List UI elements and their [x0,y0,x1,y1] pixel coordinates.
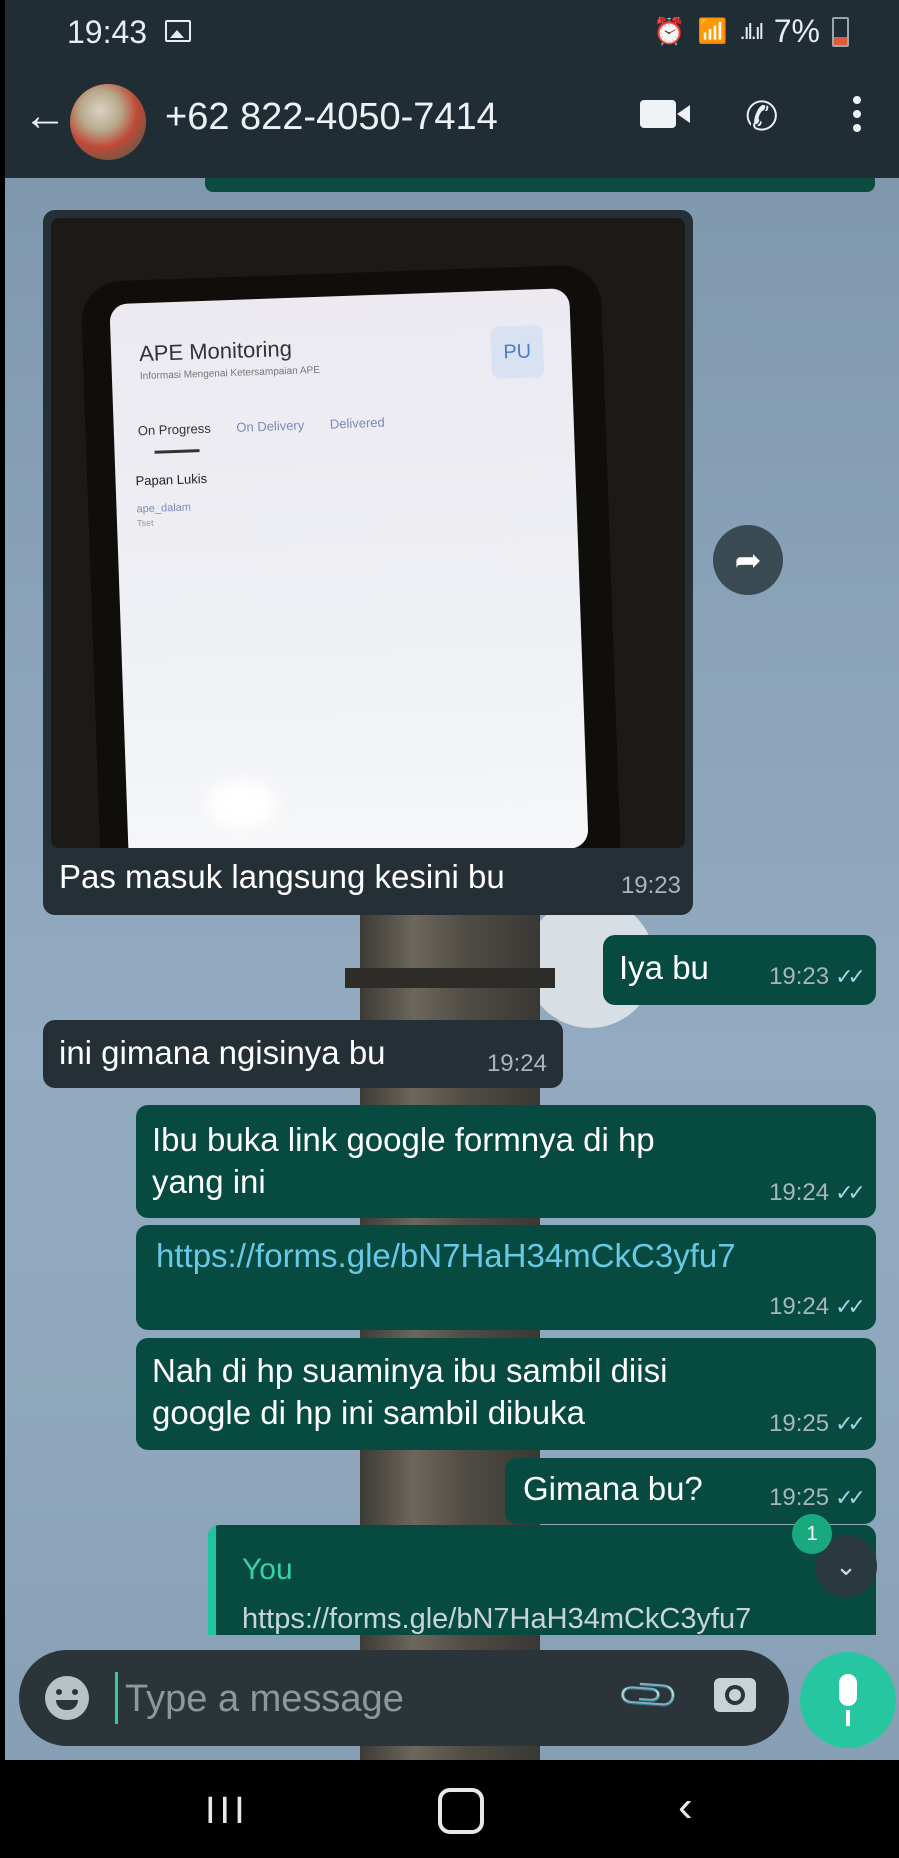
back-arrow-icon[interactable]: ← [23,94,67,138]
image-icon [165,20,191,42]
home-icon[interactable] [438,1788,484,1834]
quoted-message[interactable]: You https://forms.gle/bN7HaH34mCkC3yfu7 [208,1525,876,1635]
photo-glare [206,778,278,832]
message-time: 19:23 ✓✓ [769,963,866,991]
signal-icon: .ıl.ıl [739,18,764,44]
photo-tab: On Delivery [236,417,305,435]
message-text: Iya bu [619,949,709,986]
photo-app-item-sub: ape_dalam [136,501,192,516]
read-ticks-icon: ✓✓ [835,1294,866,1319]
attach-icon[interactable]: 📎 [615,1661,683,1729]
message-bubble[interactable]: Ibu buka link google formnya di hp yang … [136,1105,876,1218]
voice-call-icon[interactable]: ✆ [745,94,779,140]
message-time-text: 19:24 [769,1293,830,1320]
photo-app-title: APE Monitoring [138,335,293,367]
message-time: 19:25 ✓✓ [769,1410,866,1438]
photo-app-badge: PU [490,325,545,379]
wifi-icon: 📶 [697,18,728,45]
quote-text: https://forms.gle/bN7HaH34mCkC3yfu7 [242,1603,752,1635]
read-ticks-icon: ✓✓ [835,1411,866,1436]
contact-name[interactable]: +62 822-4050-7414 [165,96,498,139]
message-link[interactable]: https://forms.gle/bN7HaH34mCkC3yfu7 [156,1237,736,1274]
message-bubble[interactable]: Iya bu 19:23 ✓✓ [603,935,876,1005]
message-time-text: 19:23 [769,963,830,990]
message-text: Nah di hp suaminya ibu sambil diisi goog… [152,1352,668,1431]
quote-bar [208,1525,216,1635]
system-nav-bar: III ‹ [5,1760,899,1858]
message-text: ini gimana ngisinya bu [59,1034,386,1071]
unread-badge: 1 [792,1514,832,1554]
emoji-icon[interactable] [45,1676,89,1720]
status-time: 19:43 [67,14,148,50]
photo-app-item-sub2: Tset [136,517,154,529]
message-time-text: 19:24 [769,1179,830,1206]
message-text: Ibu buka link google formnya di hp yang … [152,1121,655,1200]
recent-apps-icon[interactable]: III [205,1790,249,1833]
message-bubble[interactable]: https://forms.gle/bN7HaH34mCkC3yfu7 19:2… [136,1225,876,1330]
read-ticks-icon: ✓✓ [835,1180,866,1205]
camera-icon[interactable] [714,1678,756,1712]
message-time-text: 19:25 [769,1410,830,1437]
nav-back-icon[interactable]: ‹ [678,1782,693,1832]
whatsapp-chat-screen: 19:43 ⏰ 📶 .ıl.ıl 7% ← +62 822-4050-7414 … [5,0,899,1858]
previous-message-edge [205,178,875,192]
more-options-icon[interactable] [853,96,861,138]
message-time: 19:24 [486,1050,547,1077]
photo-tab-underline [154,449,200,454]
message-bubble[interactable]: Nah di hp suaminya ibu sambil diisi goog… [136,1338,876,1450]
text-cursor [115,1672,118,1724]
battery-percent: 7% [773,13,820,49]
chat-header: ← +62 822-4050-7414 ✆ [5,60,899,178]
message-input[interactable] [123,1670,507,1728]
status-bar: 19:43 ⏰ 📶 .ıl.ıl 7% [5,0,899,60]
alarm-icon: ⏰ [653,16,686,46]
battery-icon [832,16,849,47]
read-ticks-icon: ✓✓ [835,1485,866,1510]
quote-author: You [242,1553,293,1586]
photo-attachment[interactable]: APE Monitoring Informasi Mengenai Keters… [51,218,685,848]
message-time: 19:25 ✓✓ [769,1484,866,1512]
message-time: 19:24 ✓✓ [769,1293,866,1321]
read-ticks-icon: ✓✓ [835,964,866,989]
photo-tab: On Progress [137,420,212,439]
message-bubble[interactable]: Gimana bu? 19:25 ✓✓ [505,1458,876,1524]
message-text: Gimana bu? [523,1470,703,1507]
status-icons: ⏰ 📶 .ıl.ıl 7% [653,13,849,50]
photo-app-item: Papan Lukis [135,470,208,489]
video-call-icon[interactable] [640,100,690,128]
message-bubble[interactable]: ini gimana ngisinya bu 19:24 [43,1020,563,1088]
message-time: 19:24 ✓✓ [769,1179,866,1207]
photo-tab: Delivered [329,414,385,432]
photo-app-subtitle: Informasi Mengenai Ketersampaian APE [139,364,321,383]
photo-app-tabs: On Progress On Delivery Delivered [137,414,407,439]
contact-avatar[interactable] [70,84,146,160]
photo-phone-screen: APE Monitoring Informasi Mengenai Keters… [109,288,589,848]
forward-icon[interactable]: ➦ [713,525,783,595]
message-time: 19:23 [620,872,681,899]
message-input-bar: 📎 [19,1650,789,1746]
mic-icon[interactable] [800,1652,896,1748]
message-time-text: 19:25 [769,1484,830,1511]
image-message[interactable]: APE Monitoring Informasi Mengenai Keters… [43,210,693,915]
image-caption: Pas masuk langsung kesini bu [59,858,505,895]
